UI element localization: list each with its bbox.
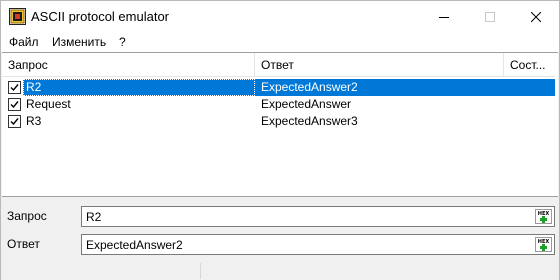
answer-hex-button[interactable]: HEX <box>535 237 552 252</box>
checkmark-icon <box>10 84 19 92</box>
minimize-icon <box>439 16 449 18</box>
hex-add-icon: HEX <box>535 237 552 252</box>
checkmark-icon <box>10 101 19 109</box>
minimize-button[interactable] <box>421 1 467 32</box>
cell-answer: ExpectedAnswer3 <box>261 114 358 128</box>
answer-field: HEX <box>81 234 555 255</box>
request-answer-list[interactable]: Запрос Ответ Сост... R2 ExpectedAnswer2 … <box>2 52 558 197</box>
close-icon <box>531 11 541 22</box>
request-field: HEX <box>81 206 555 227</box>
cell-answer: ExpectedAnswer <box>261 97 352 111</box>
request-label: Запрос <box>7 209 47 223</box>
list-header: Запрос Ответ Сост... <box>2 53 555 77</box>
maximize-icon <box>485 11 495 22</box>
checkmark-icon <box>10 118 19 126</box>
answer-input[interactable] <box>86 238 526 252</box>
list-row[interactable]: R3 ExpectedAnswer3 <box>2 113 555 130</box>
request-input[interactable] <box>86 210 526 224</box>
app-icon <box>9 8 26 25</box>
status-bar <box>1 261 559 280</box>
menu-edit[interactable]: Изменить <box>52 35 106 49</box>
list-row[interactable]: Request ExpectedAnswer <box>2 96 555 113</box>
column-header-state[interactable]: Сост... <box>504 53 555 77</box>
list-row[interactable]: R2 ExpectedAnswer2 <box>2 79 555 96</box>
row-checkbox[interactable] <box>8 81 21 94</box>
column-header-request[interactable]: Запрос <box>2 53 255 77</box>
status-pane <box>202 263 559 279</box>
maximize-button[interactable] <box>467 1 513 32</box>
row-checkbox[interactable] <box>8 98 21 111</box>
cell-request: Request <box>26 97 71 111</box>
main-window: ASCII protocol emulator Файл Изменить ? … <box>0 0 560 280</box>
answer-label: Ответ <box>7 237 40 251</box>
menu-help[interactable]: ? <box>119 35 126 49</box>
column-header-answer[interactable]: Ответ <box>255 53 504 77</box>
menu-file[interactable]: Файл <box>9 35 39 49</box>
cell-request: R2 <box>26 80 42 94</box>
hex-add-icon: HEX <box>535 209 552 224</box>
cell-answer: ExpectedAnswer2 <box>261 80 358 94</box>
cell-request: R3 <box>26 114 42 128</box>
status-pane <box>1 263 201 279</box>
request-hex-button[interactable]: HEX <box>535 209 552 224</box>
title-bar[interactable]: ASCII protocol emulator <box>1 1 559 32</box>
row-checkbox[interactable] <box>8 115 21 128</box>
close-button[interactable] <box>513 1 559 32</box>
menu-bar: Файл Изменить ? <box>1 32 559 52</box>
window-title: ASCII protocol emulator <box>31 9 170 24</box>
